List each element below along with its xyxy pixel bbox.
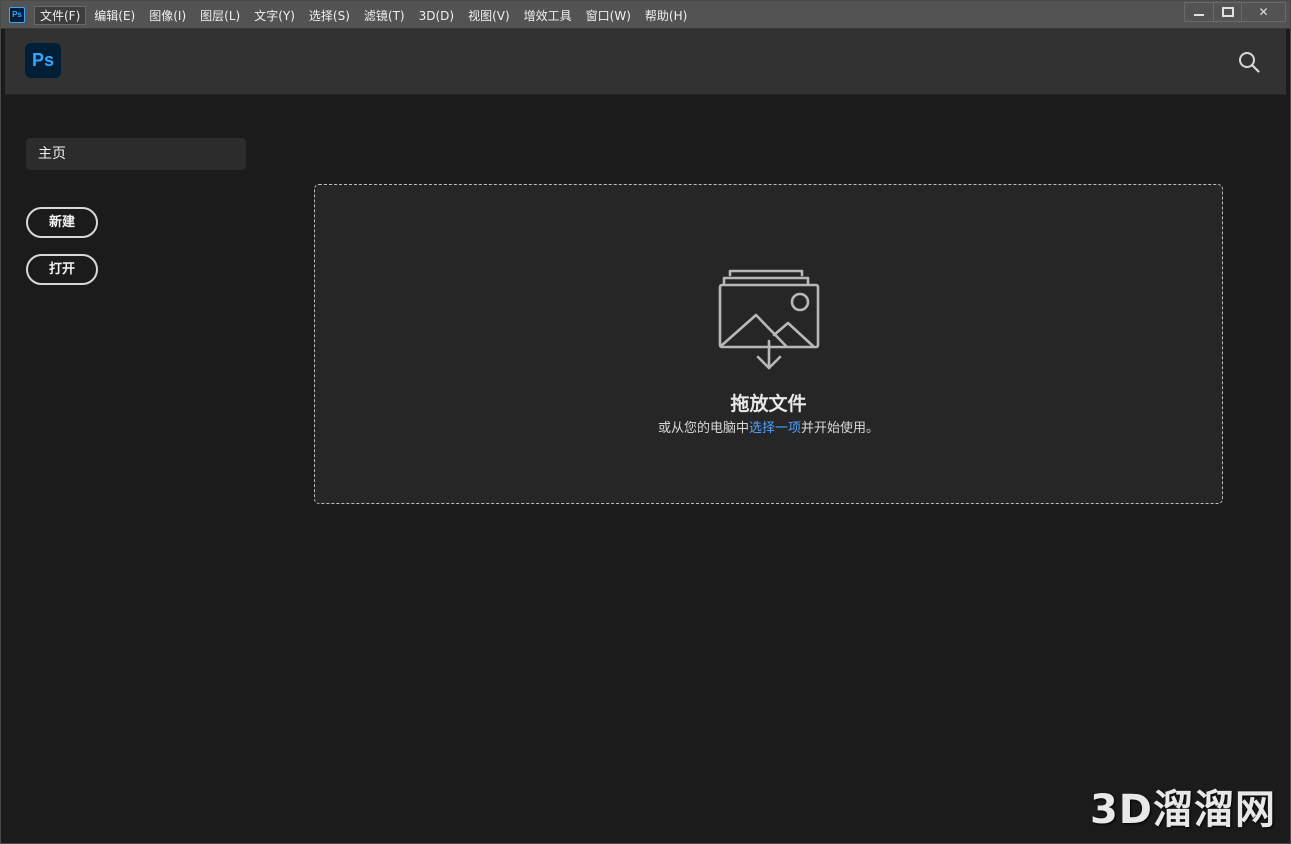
menu-items: 文件(F) 编辑(E) 图像(I) 图层(L) 文字(Y) 选择(S) 滤镜(T… — [34, 5, 695, 25]
maximize-button[interactable] — [1213, 3, 1241, 21]
minimize-icon — [1194, 14, 1204, 16]
menu-filter[interactable]: 滤镜(T) — [358, 6, 411, 25]
window-controls: ✕ — [1184, 2, 1286, 22]
menu-window[interactable]: 窗口(W) — [580, 6, 637, 25]
menu-bar: Ps 文件(F) 编辑(E) 图像(I) 图层(L) 文字(Y) 选择(S) 滤… — [1, 1, 1290, 29]
file-drop-zone[interactable]: 拖放文件 或从您的电脑中选择一项并开始使用。 — [314, 184, 1223, 504]
open-button[interactable]: 打开 — [26, 254, 98, 285]
menu-image[interactable]: 图像(I) — [143, 6, 192, 25]
app-icon[interactable]: Ps — [9, 7, 25, 23]
menu-file[interactable]: 文件(F) — [34, 5, 87, 25]
photoshop-logo: Ps — [25, 43, 61, 78]
menu-layer[interactable]: 图层(L) — [194, 6, 246, 25]
menu-view[interactable]: 视图(V) — [462, 6, 516, 25]
drop-subtitle: 或从您的电脑中选择一项并开始使用。 — [315, 417, 1222, 436]
sidebar-item-home[interactable]: 主页 — [26, 138, 246, 170]
close-icon: ✕ — [1258, 5, 1269, 19]
maximize-icon — [1221, 7, 1234, 17]
minimize-button[interactable] — [1185, 3, 1213, 21]
image-stack-download-icon — [718, 269, 820, 370]
photoshop-window: Ps 文件(F) 编辑(E) 图像(I) 图层(L) 文字(Y) 选择(S) 滤… — [0, 0, 1291, 844]
menu-plugins[interactable]: 增效工具 — [518, 6, 578, 25]
watermark: 3D溜溜网 — [1089, 787, 1276, 833]
close-button[interactable]: ✕ — [1241, 3, 1285, 21]
search-icon[interactable] — [1238, 51, 1260, 73]
menu-select[interactable]: 选择(S) — [303, 6, 356, 25]
menu-3d[interactable]: 3D(D) — [413, 6, 460, 25]
menu-help[interactable]: 帮助(H) — [639, 6, 693, 25]
menu-type[interactable]: 文字(Y) — [248, 6, 301, 25]
drop-title: 拖放文件 — [730, 393, 807, 415]
select-file-link[interactable]: 选择一项 — [749, 421, 801, 436]
drop-subtitle-suffix: 并开始使用。 — [801, 421, 880, 436]
menu-edit[interactable]: 编辑(E) — [88, 6, 141, 25]
new-button[interactable]: 新建 — [26, 207, 98, 238]
app-header: Ps — [5, 29, 1286, 95]
drop-subtitle-prefix: 或从您的电脑中 — [657, 421, 749, 436]
